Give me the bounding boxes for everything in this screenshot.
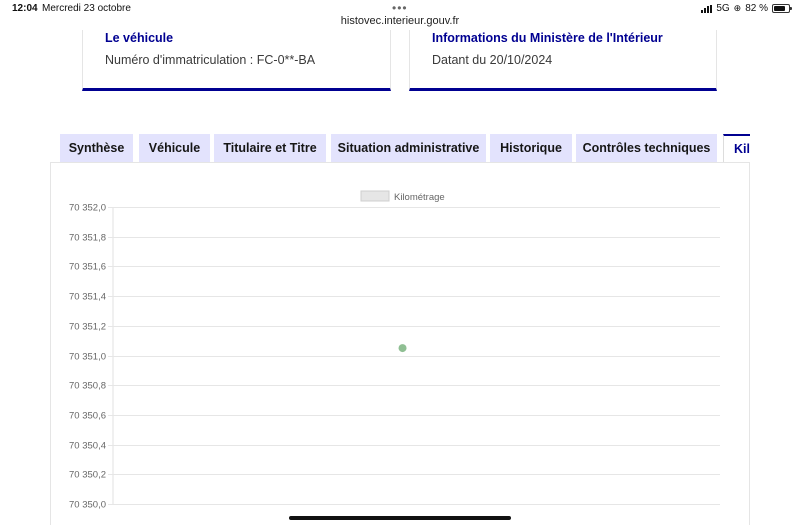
chart-points <box>398 344 407 353</box>
y-tick-label: 70 351,0 <box>69 352 106 363</box>
y-tick-label: 70 350,4 <box>69 441 106 452</box>
y-tick-label: 70 350,2 <box>69 470 106 481</box>
data-point[interactable] <box>398 344 407 353</box>
y-tick-label: 70 351,6 <box>69 262 106 273</box>
y-axis-ticks: 70 352,0 70 351,8 70 351,6 70 351,4 70 351,2… <box>69 203 106 511</box>
y-tick-label: 70 350,6 <box>69 411 106 422</box>
kilometrage-chart: Kilométrage 70 352,070 351,870 351,670 3… <box>69 190 720 511</box>
y-tick-label: 70 351,2 <box>69 322 106 333</box>
chart-legend[interactable]: Kilométrage <box>360 190 445 203</box>
y-tick-label: 70 351,4 <box>69 292 106 303</box>
y-tick-label: 70 350,8 <box>69 381 106 392</box>
y-tick-label: 70 350,0 <box>69 500 106 511</box>
legend-swatch <box>360 190 390 202</box>
y-tick-label: 70 352,0 <box>69 203 106 214</box>
legend-label: Kilométrage <box>394 192 445 203</box>
y-tick-label: 70 351,8 <box>69 233 106 244</box>
home-indicator[interactable] <box>289 516 511 520</box>
chart-grid <box>108 207 720 505</box>
